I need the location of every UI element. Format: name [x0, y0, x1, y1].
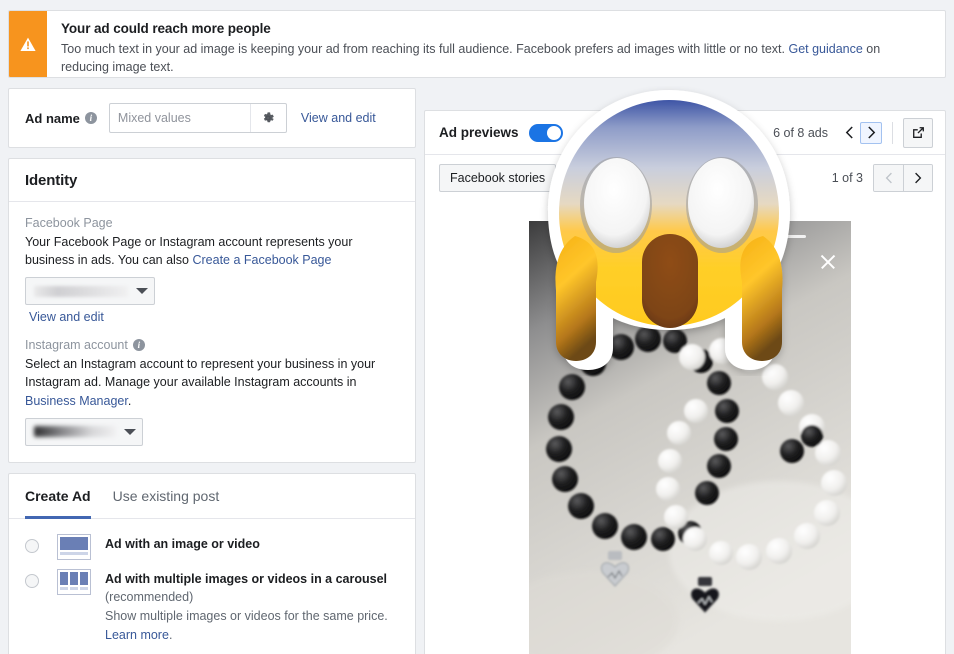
ads-count-label: 6 of 8 ads	[773, 125, 828, 140]
ad-name-label-group: Ad name i	[25, 111, 97, 126]
ad-previews-header: Ad previews 6 of 8 ads	[425, 111, 945, 155]
facebook-page-select[interactable]	[25, 277, 155, 306]
business-manager-link[interactable]: Business Manager	[25, 394, 128, 408]
instagram-desc-text: Select an Instagram account to represent…	[25, 357, 376, 390]
option-collection[interactable]: Collection	[25, 649, 399, 654]
option-title: Ad with an image or video	[105, 536, 260, 551]
external-link-icon	[912, 127, 924, 138]
ad-format-options: Ad with an image or video Ad with multip…	[9, 519, 415, 654]
gear-icon	[264, 112, 275, 123]
info-icon[interactable]: i	[132, 339, 145, 352]
instagram-desc-text-after: .	[127, 393, 132, 408]
radio-carousel[interactable]	[25, 573, 39, 588]
story-progress-bar	[683, 235, 806, 238]
story-preview-image	[529, 221, 851, 654]
next-ad-button[interactable]	[860, 121, 882, 144]
left-settings-column: Ad name i View and edit Identity Faceboo…	[8, 88, 416, 654]
learn-more-link[interactable]: Learn more	[105, 628, 169, 642]
option-carousel[interactable]: Ad with multiple images or videos in a c…	[25, 564, 399, 649]
preview-next-button[interactable]	[903, 165, 932, 191]
create-facebook-page-link[interactable]: Create a Facebook Page	[192, 253, 331, 267]
warning-body: Your ad could reach more people Too much…	[47, 11, 945, 77]
option-desc-after: .	[168, 627, 173, 642]
ad-previews-panel: Ad previews 6 of 8 ads Facebook stories …	[424, 110, 946, 654]
preview-pager-buttons	[873, 164, 933, 192]
warning-triangle-icon	[20, 37, 36, 51]
tab-use-existing-post[interactable]: Use existing post	[113, 474, 220, 519]
story-preview-frame[interactable]	[529, 221, 851, 654]
carousel-thumb-icon	[57, 568, 91, 595]
ad-name-input-wrap	[108, 103, 287, 133]
get-guidance-link[interactable]: Get guidance	[788, 42, 862, 56]
ad-name-label: Ad name	[25, 110, 80, 126]
instagram-account-selected-value	[34, 426, 116, 438]
preview-previous-button[interactable]	[874, 165, 903, 191]
toggle-knob	[546, 125, 561, 140]
ad-previews-title: Ad previews	[439, 125, 519, 140]
facebook-page-selected-value	[34, 285, 128, 297]
option-image-or-video[interactable]: Ad with an image or video	[25, 529, 399, 564]
ad-text-warning-banner: Your ad could reach more people Too much…	[8, 10, 946, 78]
option-desc-text: Show multiple images or videos for the s…	[105, 609, 388, 624]
info-icon[interactable]: i	[84, 112, 97, 124]
warning-accent-strip	[9, 11, 47, 77]
ads-manager-ad-creation-page: Your ad could reach more people Too much…	[0, 0, 954, 654]
warning-title: Your ad could reach more people	[61, 21, 271, 36]
chevron-left-icon	[845, 126, 853, 139]
preview-pager: 1 of 3	[832, 164, 933, 192]
chevron-down-icon	[136, 288, 148, 295]
chevron-right-icon	[867, 126, 875, 139]
ad-previews-subheader: Facebook stories 1 of 3	[425, 155, 945, 201]
option-description: Show multiple images or videos for the s…	[105, 607, 399, 645]
facebook-page-label: Facebook Page	[25, 216, 399, 230]
open-preview-in-new-window-button[interactable]	[903, 117, 933, 148]
create-ad-card: Create Ad Use existing post Ad with an i…	[8, 472, 416, 654]
previous-ad-button[interactable]	[838, 122, 860, 144]
option-title: Ad with multiple images or videos in a c…	[105, 571, 388, 586]
facebook-page-label-text: Facebook Page	[25, 216, 113, 230]
tab-create-ad[interactable]: Create Ad	[25, 474, 91, 519]
warning-text-part1: Too much text in your ad image is keepin…	[61, 41, 789, 56]
instagram-account-select[interactable]	[25, 417, 143, 446]
identity-body: Facebook Page Your Facebook Page or Inst…	[9, 202, 415, 462]
option-carousel-text: Ad with multiple images or videos in a c…	[105, 569, 399, 645]
option-image-or-video-text: Ad with an image or video	[105, 534, 399, 554]
ad-name-card: Ad name i View and edit	[8, 88, 416, 148]
instagram-account-label: Instagram account i	[25, 338, 399, 352]
preview-format-select[interactable]: Facebook stories	[439, 164, 557, 192]
warning-description: Too much text in your ad image is keepin…	[61, 40, 931, 76]
header-divider	[892, 121, 893, 144]
radio-image-or-video[interactable]	[25, 538, 39, 553]
create-ad-tabs: Create Ad Use existing post	[9, 474, 415, 519]
facebook-page-description: Your Facebook Page or Instagram account …	[25, 233, 397, 269]
chevron-left-icon	[885, 172, 892, 184]
identity-card: Identity Facebook Page Your Facebook Pag…	[8, 158, 416, 463]
ad-name-settings-button[interactable]	[249, 104, 286, 132]
chevron-right-icon	[915, 172, 922, 184]
chevron-down-icon	[124, 428, 136, 435]
ad-name-view-and-edit-link[interactable]: View and edit	[301, 111, 376, 125]
identity-heading: Identity	[9, 159, 415, 202]
ad-name-input[interactable]	[109, 104, 250, 132]
close-icon[interactable]	[819, 253, 837, 271]
single-image-thumb-icon	[57, 533, 91, 560]
preview-page-label: 1 of 3	[831, 171, 863, 185]
instagram-account-description: Select an Instagram account to represent…	[25, 355, 397, 409]
option-subtitle: (recommended)	[105, 590, 194, 605]
ad-previews-toggle[interactable]	[528, 123, 563, 142]
instagram-account-label-text: Instagram account	[25, 338, 128, 353]
facebook-page-view-and-edit-link[interactable]: View and edit	[29, 310, 399, 324]
